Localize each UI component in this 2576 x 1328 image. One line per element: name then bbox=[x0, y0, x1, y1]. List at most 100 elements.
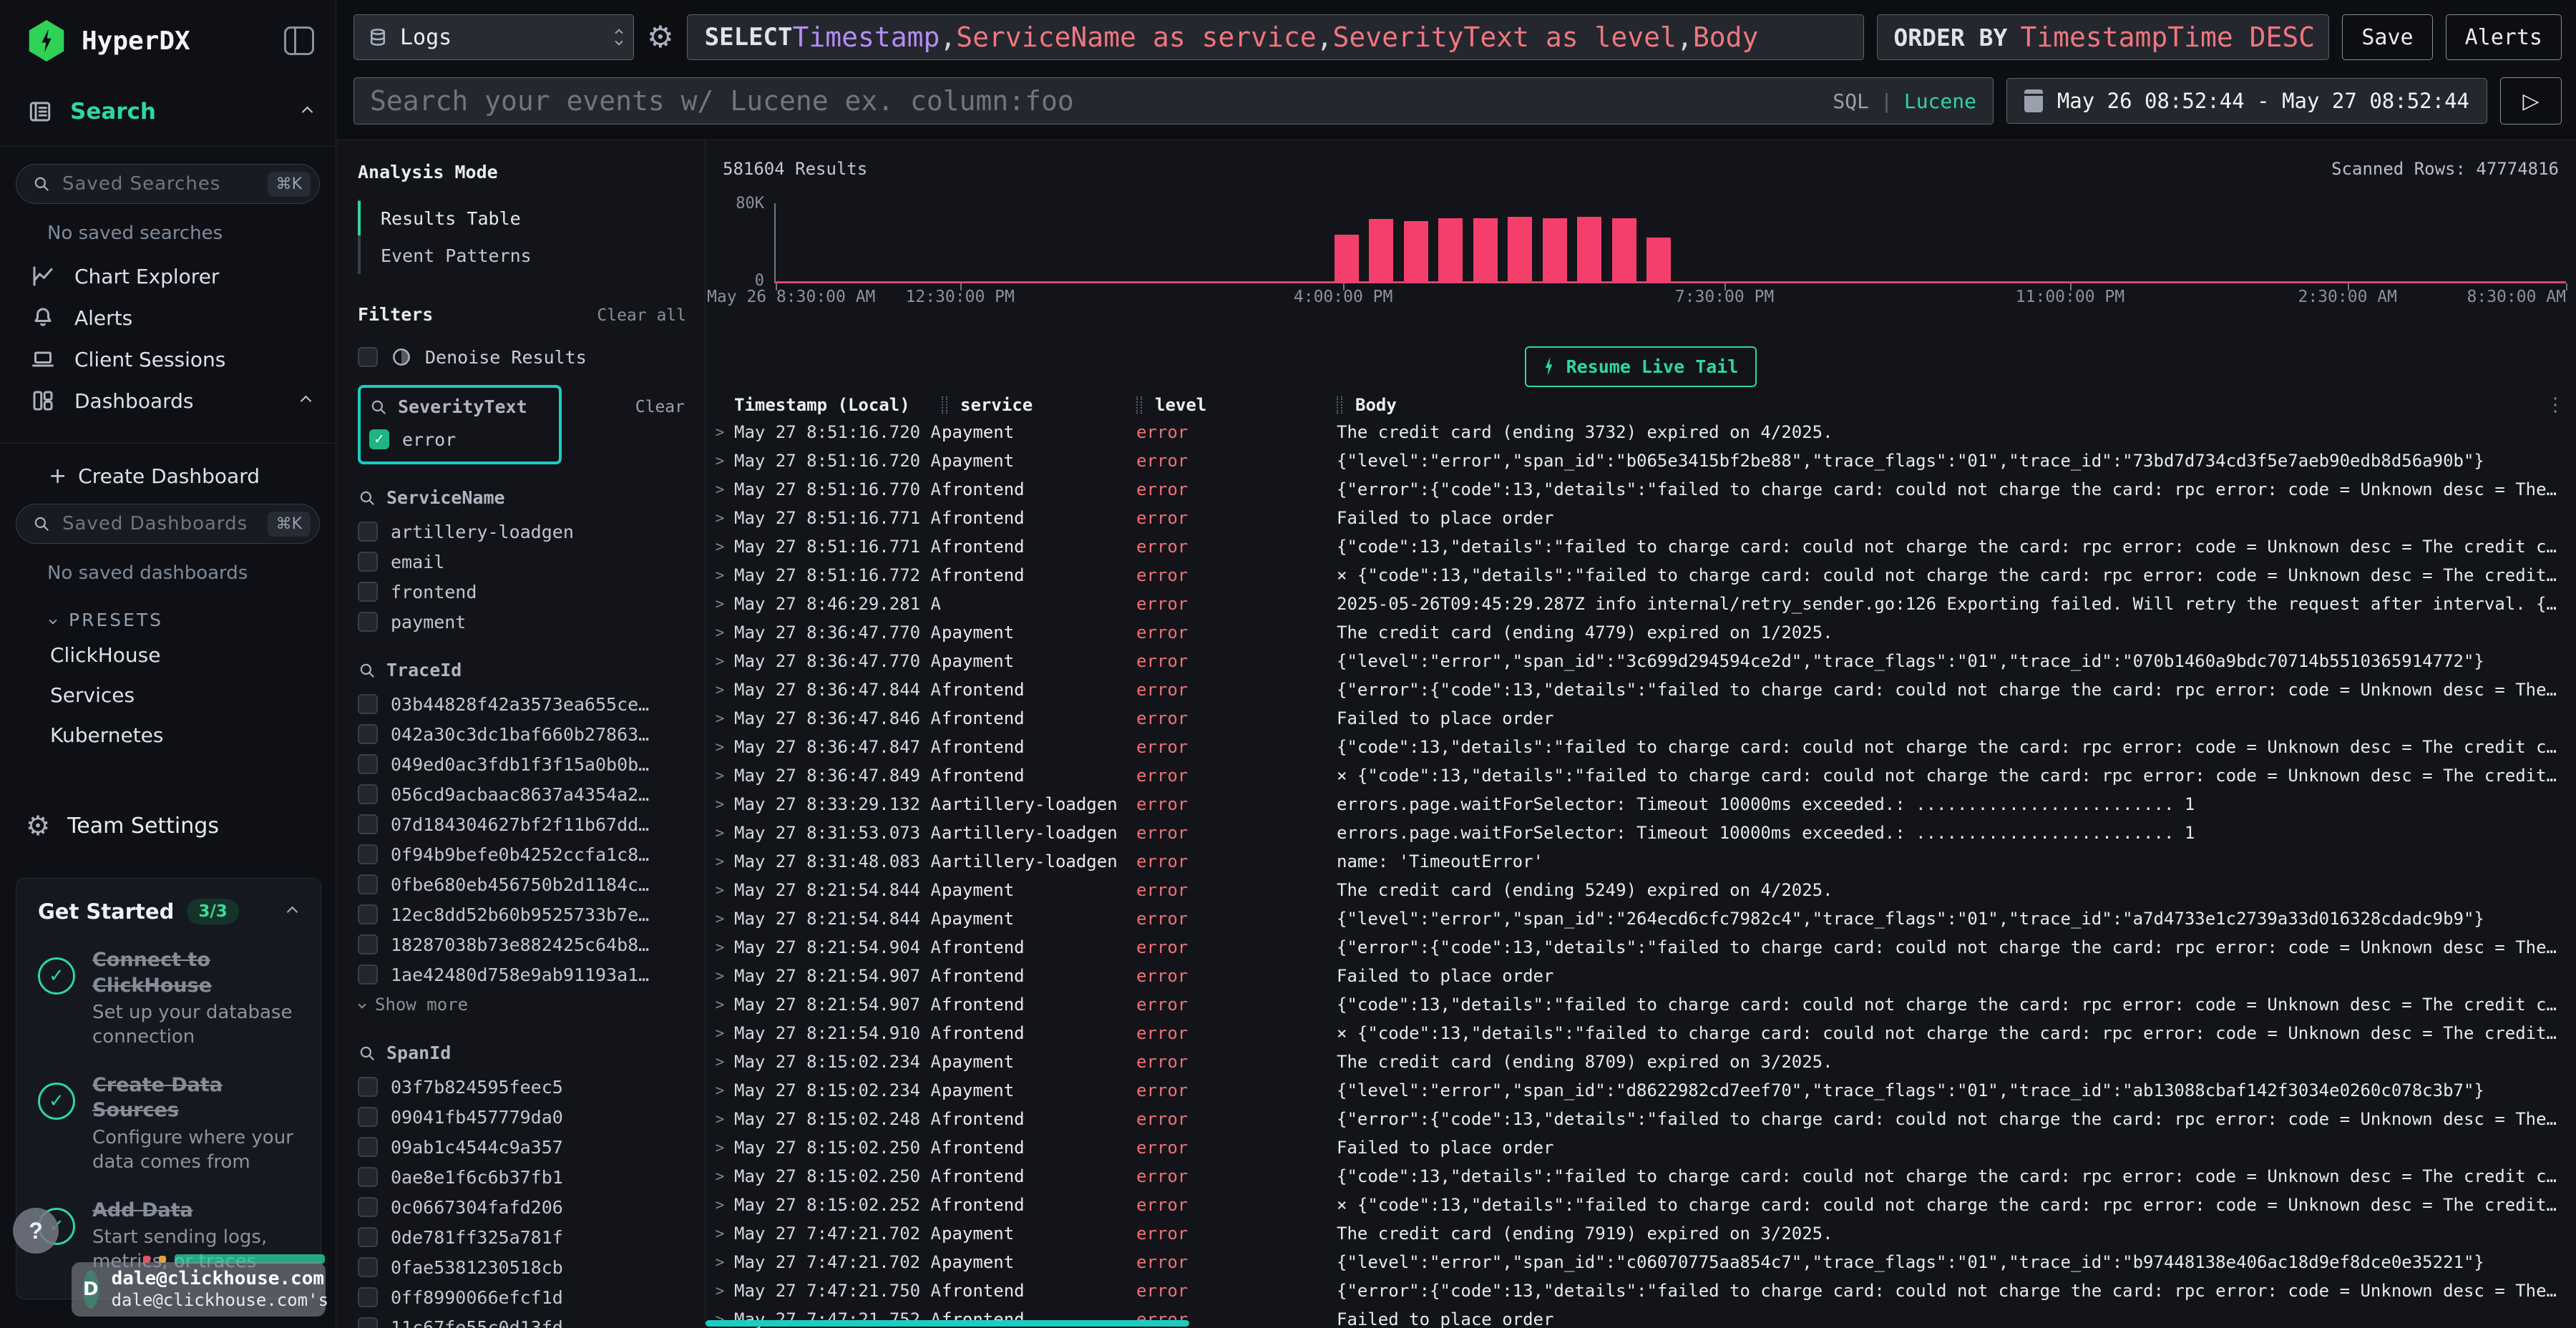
table-row[interactable]: >May 27 8:51:16.771 AMfrontenderror{"cod… bbox=[706, 532, 2576, 561]
checkbox[interactable] bbox=[358, 724, 378, 744]
table-row[interactable]: >May 27 8:51:16.772 AMfrontenderror× {"c… bbox=[706, 561, 2576, 590]
row-expand-chevron[interactable]: > bbox=[706, 452, 734, 469]
checkbox[interactable] bbox=[358, 1287, 378, 1307]
filter-value[interactable]: ✓error bbox=[369, 427, 527, 451]
table-row[interactable]: >May 27 8:36:47.849 AMfrontenderror× {"c… bbox=[706, 761, 2576, 790]
column-resize-handle[interactable] bbox=[1337, 396, 1342, 414]
orderby-editor[interactable]: ORDER BY TimestampTime DESC bbox=[1877, 14, 2329, 60]
saved-dashboards-input[interactable]: Saved Dashboards ⌘K bbox=[16, 504, 320, 544]
table-row[interactable]: >May 27 8:15:02.234 AMpaymenterrorThe cr… bbox=[706, 1048, 2576, 1076]
user-menu[interactable]: D dale@clickhouse.com dale@clickhouse.co… bbox=[72, 1262, 326, 1317]
chevron-up-icon[interactable] bbox=[302, 106, 313, 117]
row-expand-chevron[interactable]: > bbox=[706, 567, 734, 584]
checkbox[interactable] bbox=[358, 754, 378, 774]
row-expand-chevron[interactable]: > bbox=[706, 481, 734, 498]
mode-sql[interactable]: SQL bbox=[1833, 89, 1869, 113]
row-expand-chevron[interactable]: > bbox=[706, 1082, 734, 1099]
alerts-button[interactable]: Alerts bbox=[2446, 14, 2562, 60]
filter-value[interactable]: frontend bbox=[358, 577, 686, 607]
checkbox[interactable]: ✓ bbox=[369, 429, 389, 449]
checkbox[interactable] bbox=[358, 844, 378, 864]
row-expand-chevron[interactable]: > bbox=[706, 738, 734, 756]
checkbox[interactable] bbox=[358, 784, 378, 804]
column-options-icon[interactable]: ⋮ bbox=[2546, 394, 2565, 416]
checkbox[interactable] bbox=[358, 814, 378, 834]
filter-value[interactable]: 056cd9acbaac8637a4354a2… bbox=[358, 779, 686, 809]
column-header-service[interactable]: service bbox=[960, 395, 1033, 415]
table-row[interactable]: >May 27 8:36:47.847 AMfrontenderror{"cod… bbox=[706, 733, 2576, 761]
table-row[interactable]: >May 27 8:36:47.770 AMpaymenterror{"leve… bbox=[706, 647, 2576, 675]
row-expand-chevron[interactable]: > bbox=[706, 796, 734, 813]
table-row[interactable]: >May 27 8:51:16.720 AMpaymenterror{"leve… bbox=[706, 446, 2576, 475]
checkbox[interactable] bbox=[358, 965, 378, 985]
table-row[interactable]: >May 27 8:21:54.910 AMfrontenderror× {"c… bbox=[706, 1019, 2576, 1048]
checkbox[interactable] bbox=[358, 1077, 378, 1097]
sidebar-item-chart-explorer[interactable]: Chart Explorer bbox=[16, 255, 320, 297]
row-expand-chevron[interactable]: > bbox=[706, 1225, 734, 1242]
source-settings-gear-icon[interactable]: ⚙ bbox=[647, 22, 674, 52]
checkbox[interactable] bbox=[358, 1197, 378, 1217]
filter-value[interactable]: 03f7b824595feec5 bbox=[358, 1072, 686, 1102]
filter-value[interactable]: 0fbe680eb456750b2d1184c… bbox=[358, 869, 686, 899]
filter-value[interactable]: 0f94b9befe0b4252ccfa1c8… bbox=[358, 839, 686, 869]
filter-value[interactable]: 18287038b73e882425c64b8… bbox=[358, 929, 686, 960]
row-expand-chevron[interactable]: > bbox=[706, 509, 734, 527]
filter-value[interactable]: 07d184304627bf2f11b67dd… bbox=[358, 809, 686, 839]
sidebar-item-kubernetes[interactable]: Kubernetes bbox=[16, 715, 320, 755]
table-row[interactable]: >May 27 8:21:54.907 AMfrontenderror{"cod… bbox=[706, 990, 2576, 1019]
filter-group-name[interactable]: SpanId bbox=[386, 1043, 451, 1063]
row-expand-chevron[interactable]: > bbox=[706, 595, 734, 612]
table-row[interactable]: >May 27 7:47:21.702 AMpaymenterror{"leve… bbox=[706, 1248, 2576, 1276]
column-resize-handle[interactable] bbox=[942, 396, 947, 414]
sidebar-item-search[interactable]: Search bbox=[27, 99, 311, 125]
checkbox[interactable] bbox=[358, 1107, 378, 1127]
table-row[interactable]: >May 27 8:15:02.250 AMfrontenderrorFaile… bbox=[706, 1133, 2576, 1162]
table-row[interactable]: >May 27 8:51:16.770 AMfrontenderror{"err… bbox=[706, 475, 2576, 504]
row-expand-chevron[interactable]: > bbox=[706, 939, 734, 956]
filter-value[interactable]: 03b44828f42a3573ea655ce… bbox=[358, 689, 686, 719]
filter-value[interactable]: 11c67fe55c0d13fd bbox=[358, 1312, 686, 1328]
table-row[interactable]: >May 27 8:21:54.904 AMfrontenderror{"err… bbox=[706, 933, 2576, 962]
checkbox[interactable] bbox=[358, 1317, 378, 1328]
show-more-traces[interactable]: Show more bbox=[358, 990, 686, 1020]
checkbox[interactable] bbox=[358, 522, 378, 542]
filter-group-name[interactable]: SeverityText bbox=[398, 396, 527, 417]
row-expand-chevron[interactable]: > bbox=[706, 1282, 734, 1299]
search-input[interactable] bbox=[353, 77, 1994, 125]
chevron-up-icon[interactable] bbox=[287, 906, 298, 917]
row-expand-chevron[interactable]: > bbox=[706, 882, 734, 899]
query-language-toggle[interactable]: SQL | Lucene bbox=[1833, 77, 1976, 125]
row-expand-chevron[interactable]: > bbox=[706, 824, 734, 841]
mode-event-patterns[interactable]: Event Patterns bbox=[361, 237, 686, 274]
date-range-picker[interactable]: May 26 08:52:44 - May 27 08:52:44 bbox=[2006, 78, 2487, 124]
filter-value[interactable]: 0fae5381230518cb bbox=[358, 1252, 686, 1282]
filter-value[interactable]: 1ae42480d758e9ab91193a1… bbox=[358, 960, 686, 990]
run-query-button[interactable]: ▷ bbox=[2500, 77, 2562, 125]
column-header-timestamp[interactable]: Timestamp (Local) bbox=[734, 395, 942, 415]
row-expand-chevron[interactable]: > bbox=[706, 1196, 734, 1214]
row-expand-chevron[interactable]: > bbox=[706, 1139, 734, 1156]
filter-value[interactable]: 0ff8990066efcf1d bbox=[358, 1282, 686, 1312]
filter-group-name[interactable]: TraceId bbox=[386, 660, 462, 680]
table-row[interactable]: >May 27 8:51:16.771 AMfrontenderrorFaile… bbox=[706, 504, 2576, 532]
row-expand-chevron[interactable]: > bbox=[706, 538, 734, 555]
filter-value[interactable]: artillery-loadgen bbox=[358, 517, 686, 547]
clear-severity-link[interactable]: Clear bbox=[635, 398, 685, 416]
row-expand-chevron[interactable]: > bbox=[706, 1025, 734, 1042]
checkbox[interactable] bbox=[358, 582, 378, 602]
table-row[interactable]: >May 27 8:21:54.844 AMpaymenterrorThe cr… bbox=[706, 876, 2576, 904]
table-row[interactable]: >May 27 8:36:47.770 AMpaymenterrorThe cr… bbox=[706, 618, 2576, 647]
table-row[interactable]: >May 27 8:15:02.234 AMpaymenterror{"leve… bbox=[706, 1076, 2576, 1105]
get-started-item[interactable]: ✓Connect to ClickHouseSet up your databa… bbox=[38, 947, 301, 1050]
column-resize-handle[interactable] bbox=[1136, 396, 1142, 414]
column-header-level[interactable]: level bbox=[1155, 395, 1206, 415]
filter-value[interactable]: 042a30c3dc1baf660b27863… bbox=[358, 719, 686, 749]
filter-value[interactable]: email bbox=[358, 547, 686, 577]
checkbox[interactable] bbox=[358, 1167, 378, 1187]
clear-all-link[interactable]: Clear all bbox=[597, 306, 686, 325]
row-expand-chevron[interactable]: > bbox=[706, 1168, 734, 1185]
filter-value[interactable]: 049ed0ac3fdb1f3f15a0b0b… bbox=[358, 749, 686, 779]
checkbox[interactable] bbox=[358, 1257, 378, 1277]
mode-results-table[interactable]: Results Table bbox=[361, 200, 686, 237]
mode-lucene[interactable]: Lucene bbox=[1904, 89, 1976, 113]
